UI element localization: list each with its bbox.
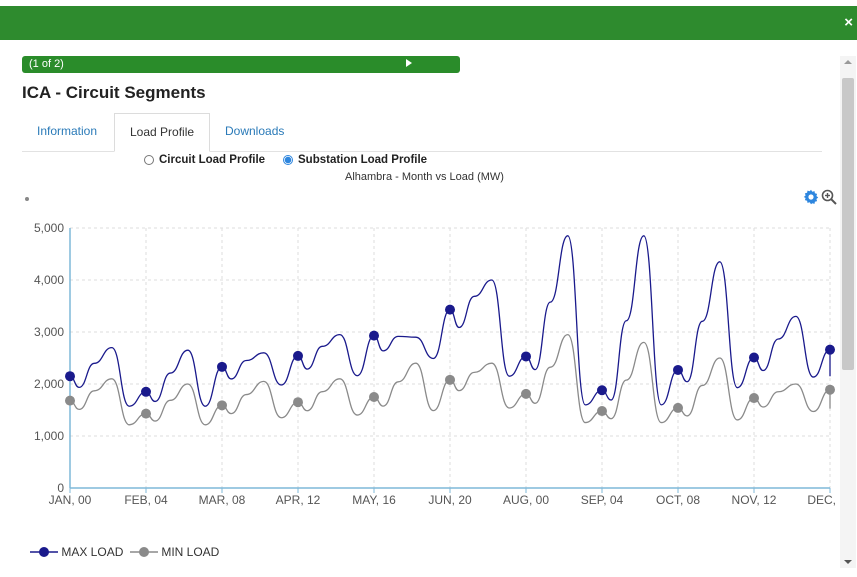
x-tick-label: AUG, 00 <box>503 493 549 507</box>
max-load-point <box>217 361 227 372</box>
radio-unchecked-icon <box>144 155 154 165</box>
x-tick-label: MAY, 16 <box>352 493 396 507</box>
x-tick-label: SEP, 04 <box>581 493 624 507</box>
radio-label: Circuit Load Profile <box>159 154 266 166</box>
x-tick-label: NOV, 12 <box>732 493 777 507</box>
max-load-point <box>825 344 835 355</box>
min-load-point <box>65 395 75 406</box>
min-load-point <box>369 392 379 402</box>
y-tick-label: 3,000 <box>34 325 64 339</box>
x-tick-label: JUN, 20 <box>428 493 472 507</box>
scroll-up-icon[interactable] <box>844 60 852 64</box>
x-tick-label: FEB, 04 <box>124 493 168 507</box>
gear-icon[interactable] <box>803 189 819 205</box>
legend-min-load[interactable]: MIN LOAD <box>130 545 219 559</box>
radio-label: Substation Load Profile <box>298 154 428 166</box>
window-header-bar: × <box>0 6 857 40</box>
min-load-point <box>825 384 835 395</box>
tab-information[interactable]: Information <box>22 113 112 149</box>
y-tick-label: 2,000 <box>34 377 64 391</box>
max-load-point <box>673 364 683 375</box>
legend-min-load-marker-icon <box>130 547 158 557</box>
pager-count: (1 of 2) <box>29 58 64 70</box>
min-load-point <box>673 402 683 413</box>
load-profile-chart: 01,0002,0003,0004,0005,000JAN, 00 FEB, 04… <box>34 221 840 507</box>
max-load-point <box>369 330 379 341</box>
legend-label: MAX LOAD <box>61 545 124 559</box>
close-button[interactable]: × <box>844 14 853 32</box>
legend-max-load-marker-icon <box>30 547 58 557</box>
feature-pager: (1 of 2) <box>22 56 460 73</box>
max-load-point <box>597 385 607 396</box>
radio-substation-load-profile[interactable]: Substation Load Profile <box>283 154 427 166</box>
min-load-point <box>141 408 151 419</box>
legend-max-load[interactable]: MAX LOAD <box>30 545 123 559</box>
x-tick-label: DEC, 16 <box>807 493 840 507</box>
play-right-icon[interactable] <box>406 59 412 67</box>
page-title: ICA - Circuit Segments <box>22 83 206 102</box>
legend-label: MIN LOAD <box>161 545 220 559</box>
max-load-point <box>749 352 759 363</box>
min-load-point <box>217 400 227 411</box>
scrollbar-thumb[interactable] <box>842 78 854 370</box>
x-tick-label: MAR, 08 <box>199 493 246 507</box>
max-load-point <box>141 386 151 397</box>
max-load-point <box>65 371 75 382</box>
max-load-point <box>293 350 303 361</box>
min-load-point <box>445 374 455 385</box>
x-tick-label: APR, 12 <box>276 493 321 507</box>
tab-downloads[interactable]: Downloads <box>210 113 299 149</box>
vertical-scrollbar[interactable] <box>840 56 856 568</box>
y-tick-label: 5,000 <box>34 221 64 235</box>
zoom-in-icon[interactable] <box>821 189 837 205</box>
chart-handle-dot <box>25 197 29 201</box>
min-load-point <box>597 406 607 417</box>
chart-title: Alhambra - Month vs Load (MW) <box>345 171 504 183</box>
min-load-point <box>521 388 531 399</box>
max-load-point <box>445 304 455 315</box>
radio-checked-icon <box>283 155 293 165</box>
x-tick-label: OCT, 08 <box>656 493 700 507</box>
y-tick-label: 4,000 <box>34 273 64 287</box>
min-load-point <box>749 393 759 404</box>
x-tick-label: JAN, 00 <box>49 493 92 507</box>
scroll-down-icon[interactable] <box>844 560 852 564</box>
min-load-point <box>293 397 303 408</box>
y-tick-label: 1,000 <box>34 429 64 443</box>
tab-bar: Information Load Profile Downloads <box>22 113 822 152</box>
radio-circuit-load-profile[interactable]: Circuit Load Profile <box>144 154 265 166</box>
max-load-point <box>521 351 531 362</box>
tab-load-profile[interactable]: Load Profile <box>114 113 211 152</box>
